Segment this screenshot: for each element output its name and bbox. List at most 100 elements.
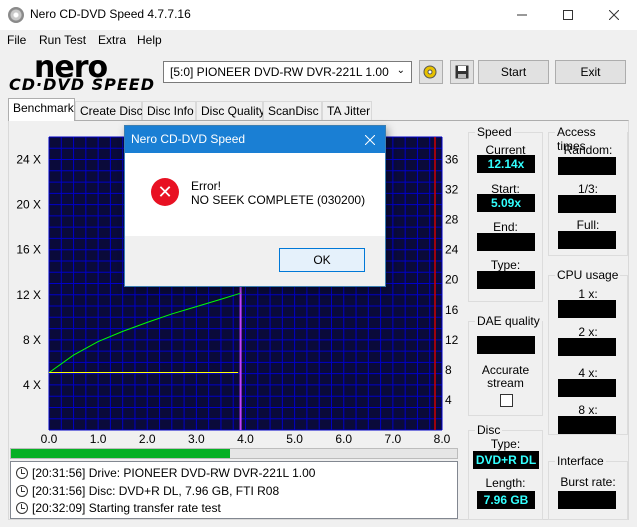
burst-rate-value — [558, 491, 616, 509]
interface-group: Interface Burst rate: — [548, 454, 628, 520]
log-text: Disc: DVD+R DL, 7.96 GB, FTI R08 — [88, 483, 280, 498]
speed-type-label: Type: — [490, 258, 521, 272]
close-button[interactable] — [591, 0, 637, 30]
disc-type-value: DVD+R DL — [473, 451, 539, 469]
cpu-4x-label: 4 x: — [578, 366, 598, 380]
cd-dvd-speed-logo: CD·DVD SPEED — [9, 75, 156, 94]
y-right-tick-label: 4 — [445, 393, 452, 407]
y-right-tick-label: 36 — [445, 153, 459, 167]
dialog-ok-button[interactable]: OK — [279, 248, 365, 272]
tab-disc-quality[interactable]: Disc Quality — [196, 101, 265, 120]
title-bar[interactable]: Nero CD-DVD Speed 4.7.7.16 — [0, 0, 637, 30]
disc-length-value: 7.96 GB — [477, 491, 535, 509]
minimize-icon — [517, 14, 527, 16]
x-tick-label: 4.0 — [237, 432, 254, 445]
cpu-2x-label: 2 x: — [578, 325, 598, 339]
cpu-2x-value — [558, 338, 616, 356]
log-time: [20:32:09] — [32, 500, 86, 515]
cpu-1x-value — [558, 300, 616, 318]
log-text: Drive: PIONEER DVD-RW DVR-221L 1.00 — [88, 465, 316, 480]
third-access-value — [558, 195, 616, 213]
cpu-8x-value — [558, 416, 616, 434]
tab-benchmark[interactable]: Benchmark — [8, 98, 75, 121]
x-tick-label: 2.0 — [139, 432, 156, 445]
maximize-icon — [563, 10, 573, 20]
error-icon: ✕ — [151, 178, 179, 206]
log-time: [20:31:56] — [32, 465, 86, 480]
third-access-label: 1/3: — [577, 182, 598, 196]
dialog-message-detail: NO SEEK COMPLETE (030200) — [191, 193, 366, 207]
y-right-tick-label: 16 — [445, 303, 459, 317]
random-access-value — [558, 157, 616, 175]
app-disc-icon — [8, 7, 24, 23]
save-button[interactable] — [450, 60, 474, 84]
full-access-label: Full: — [576, 218, 600, 232]
menu-file[interactable]: File — [7, 33, 26, 47]
access-times-group: Access times Random: 1/3: Full: — [548, 125, 628, 256]
clock-icon — [16, 501, 28, 514]
dialog-message-heading: Error! — [191, 179, 221, 193]
minimize-button[interactable] — [499, 0, 545, 30]
x-tick-label: 0.0 — [41, 432, 58, 445]
window-title: Nero CD-DVD Speed 4.7.7.16 — [30, 7, 191, 21]
exit-button[interactable]: Exit — [555, 60, 626, 84]
cpu-usage-group: CPU usage 1 x: 2 x: 4 x: 8 x: — [548, 268, 628, 435]
chevron-down-icon: ⌄ — [396, 65, 405, 76]
maximize-button[interactable] — [545, 0, 591, 30]
y-right-tick-label: 12 — [445, 333, 459, 347]
speed-group-title: Speed — [475, 125, 514, 139]
y-right-tick-label: 32 — [445, 183, 459, 197]
y-left-tick-label: 16 X — [16, 243, 41, 257]
clock-icon — [16, 466, 28, 479]
menu-run-test[interactable]: Run Test — [39, 33, 86, 47]
y-right-tick-label: 8 — [445, 363, 452, 377]
close-icon — [365, 134, 375, 145]
burst-rate-label: Burst rate: — [560, 475, 616, 489]
full-access-value — [558, 231, 616, 249]
log-text: Starting transfer rate test — [88, 500, 221, 515]
start-button[interactable]: Start — [478, 60, 549, 84]
drive-config-button[interactable] — [419, 60, 443, 84]
end-speed-label: End: — [493, 220, 518, 234]
tab-disc-info[interactable]: Disc Info — [142, 101, 196, 120]
test-progress-bar — [10, 448, 458, 459]
speed-group: Speed Current 12.14x Start: 5.09x End: T… — [468, 125, 543, 302]
log-list[interactable]: [20:31:56] Drive: PIONEER DVD-RW DVR-221… — [10, 461, 458, 519]
tab-ta-jitter[interactable]: TA Jitter — [322, 101, 372, 120]
disc-group: Disc Type: DVD+R DL Length: 7.96 GB — [468, 423, 543, 520]
dialog-title-bar[interactable]: Nero CD-DVD Speed — [125, 126, 385, 153]
disc-type-label: Type: — [490, 437, 521, 451]
cpu-4x-value — [558, 379, 616, 397]
random-access-label: Random: — [563, 143, 613, 157]
end-speed-value — [477, 233, 535, 251]
dialog-footer: OK — [125, 236, 385, 286]
y-left-tick-label: 8 X — [23, 333, 41, 347]
tab-create-disc[interactable]: Create Disc — [75, 101, 143, 120]
cpu-8x-label: 8 x: — [578, 403, 598, 417]
drive-select[interactable]: [5:0] PIONEER DVD-RW DVR-221L 1.00 ⌄ — [163, 61, 412, 83]
disc-settings-icon — [423, 65, 437, 79]
y-left-tick-label: 24 X — [16, 153, 41, 167]
y-right-tick-label: 20 — [445, 273, 459, 287]
y-right-tick-label: 24 — [445, 243, 459, 257]
y-left-tick-label: 4 X — [23, 378, 41, 392]
dialog-title: Nero CD-DVD Speed — [131, 132, 246, 146]
x-tick-label: 5.0 — [286, 432, 303, 445]
menu-extra[interactable]: Extra — [98, 33, 126, 47]
tab-scandisc[interactable]: ScanDisc — [263, 101, 322, 120]
accurate-stream-label-2: stream — [487, 376, 524, 390]
y-left-tick-label: 12 X — [16, 288, 41, 302]
y-left-tick-label: 20 X — [16, 198, 41, 212]
dialog-close-button[interactable] — [355, 126, 385, 153]
log-item: [20:32:09] Starting transfer rate test — [16, 499, 221, 516]
clock-icon — [16, 484, 28, 497]
accurate-stream-label-1: Accurate — [481, 363, 530, 377]
floppy-disk-icon — [455, 65, 469, 79]
menu-help[interactable]: Help — [137, 33, 162, 47]
speed-type-value — [477, 271, 535, 289]
x-tick-label: 8.0 — [434, 432, 451, 445]
error-dialog[interactable]: Nero CD-DVD Speed ✕ Error! NO SEEK COMPL… — [124, 125, 386, 287]
close-icon — [609, 10, 619, 20]
accurate-stream-checkbox[interactable] — [500, 394, 513, 407]
start-speed-value: 5.09x — [477, 194, 535, 212]
